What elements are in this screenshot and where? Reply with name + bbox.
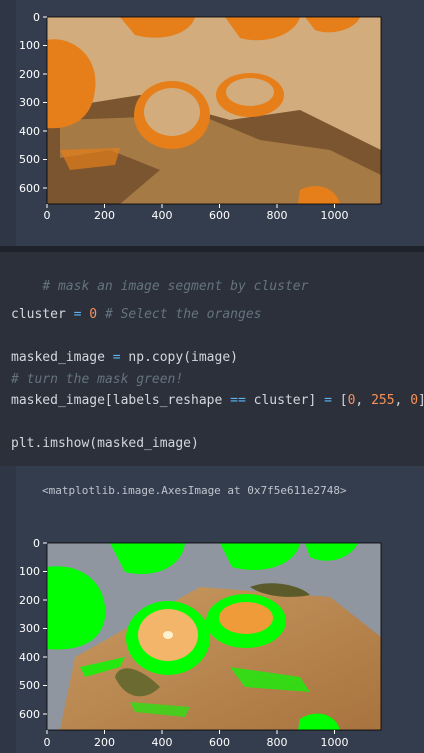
code-token: 0 xyxy=(410,393,419,408)
y-axis-1: 0 100 200 300 400 500 600 xyxy=(19,11,47,195)
code-line-imshow: plt.imshow(masked_image) xyxy=(11,436,199,451)
code-token: , xyxy=(394,393,403,408)
y-axis-2: 0 100 200 300 400 500 600 xyxy=(19,537,47,721)
code-line-comment-mask: # turn the mask green! xyxy=(11,372,183,387)
code-token: 0 xyxy=(89,307,98,322)
y-tick-label: 200 xyxy=(19,68,40,81)
code-token: masked_image xyxy=(11,350,105,365)
code-token: ] xyxy=(418,393,424,408)
code-line-copy: masked_image = np.copy(image) xyxy=(11,350,238,365)
code-token: == xyxy=(230,393,246,408)
y-tick-label: 400 xyxy=(19,125,40,138)
y-tick-label: 300 xyxy=(19,622,40,635)
y-tick-label: 100 xyxy=(19,565,40,578)
code-comment: # mask an image segment by cluster xyxy=(42,279,309,294)
masked-image-plot: 0 100 200 300 400 500 600 0 200 400 600 … xyxy=(19,537,382,749)
x-tick-label: 0 xyxy=(44,736,51,749)
x-tick-label: 1000 xyxy=(321,736,349,749)
x-axis-1: 0 200 400 600 800 1000 xyxy=(44,204,349,222)
x-axis-2: 0 200 400 600 800 1000 xyxy=(44,730,349,749)
x-tick-label: 200 xyxy=(94,209,115,222)
code-token: cluster xyxy=(11,307,66,322)
y-tick-label: 200 xyxy=(19,594,40,607)
segmented-image xyxy=(47,17,381,204)
x-tick-label: 800 xyxy=(267,736,288,749)
y-tick-label: 600 xyxy=(19,708,40,721)
code-line-assign: masked_image[labels_reshape == cluster] … xyxy=(11,393,424,408)
x-tick-label: 0 xyxy=(44,209,51,222)
x-tick-label: 400 xyxy=(152,209,173,222)
x-tick-label: 800 xyxy=(267,209,288,222)
y-tick-label: 0 xyxy=(33,11,40,24)
code-cell[interactable]: # mask an image segment by cluster clust… xyxy=(0,252,424,466)
y-tick-label: 100 xyxy=(19,39,40,52)
code-token: masked_image[labels_reshape xyxy=(11,393,223,408)
code-line-cluster: cluster = 0 # Select the oranges xyxy=(11,307,261,322)
y-tick-label: 400 xyxy=(19,651,40,664)
y-tick-label: 300 xyxy=(19,96,40,109)
y-tick-label: 500 xyxy=(19,153,40,166)
y-tick-label: 600 xyxy=(19,182,40,195)
code-token: , xyxy=(355,393,364,408)
x-tick-label: 600 xyxy=(209,209,230,222)
code-token: cluster] xyxy=(253,393,317,408)
code-token: = xyxy=(112,350,121,365)
x-tick-label: 1000 xyxy=(321,209,349,222)
code-token: = xyxy=(324,393,332,408)
code-line-comment: # mask an image segment by cluster xyxy=(11,264,308,309)
x-tick-label: 600 xyxy=(209,736,230,749)
y-tick-label: 0 xyxy=(33,537,40,550)
code-token: [ xyxy=(339,393,348,408)
segmented-image-plot: 0 100 200 300 400 500 600 0 200 400 600 … xyxy=(19,11,382,222)
code-token: np.copy(image) xyxy=(128,350,238,365)
code-comment: # Select the oranges xyxy=(104,307,262,322)
x-tick-label: 200 xyxy=(94,736,115,749)
x-tick-label: 400 xyxy=(152,736,173,749)
code-comment: # turn the mask green! xyxy=(11,372,184,387)
output-repr-text: <matplotlib.image.AxesImage at 0x7f5e611… xyxy=(42,484,347,497)
code-token: plt.imshow(masked_image) xyxy=(11,436,199,451)
code-token: 255 xyxy=(371,393,395,408)
masked-image xyxy=(47,543,381,730)
code-token: = xyxy=(73,307,82,322)
y-tick-label: 500 xyxy=(19,679,40,692)
